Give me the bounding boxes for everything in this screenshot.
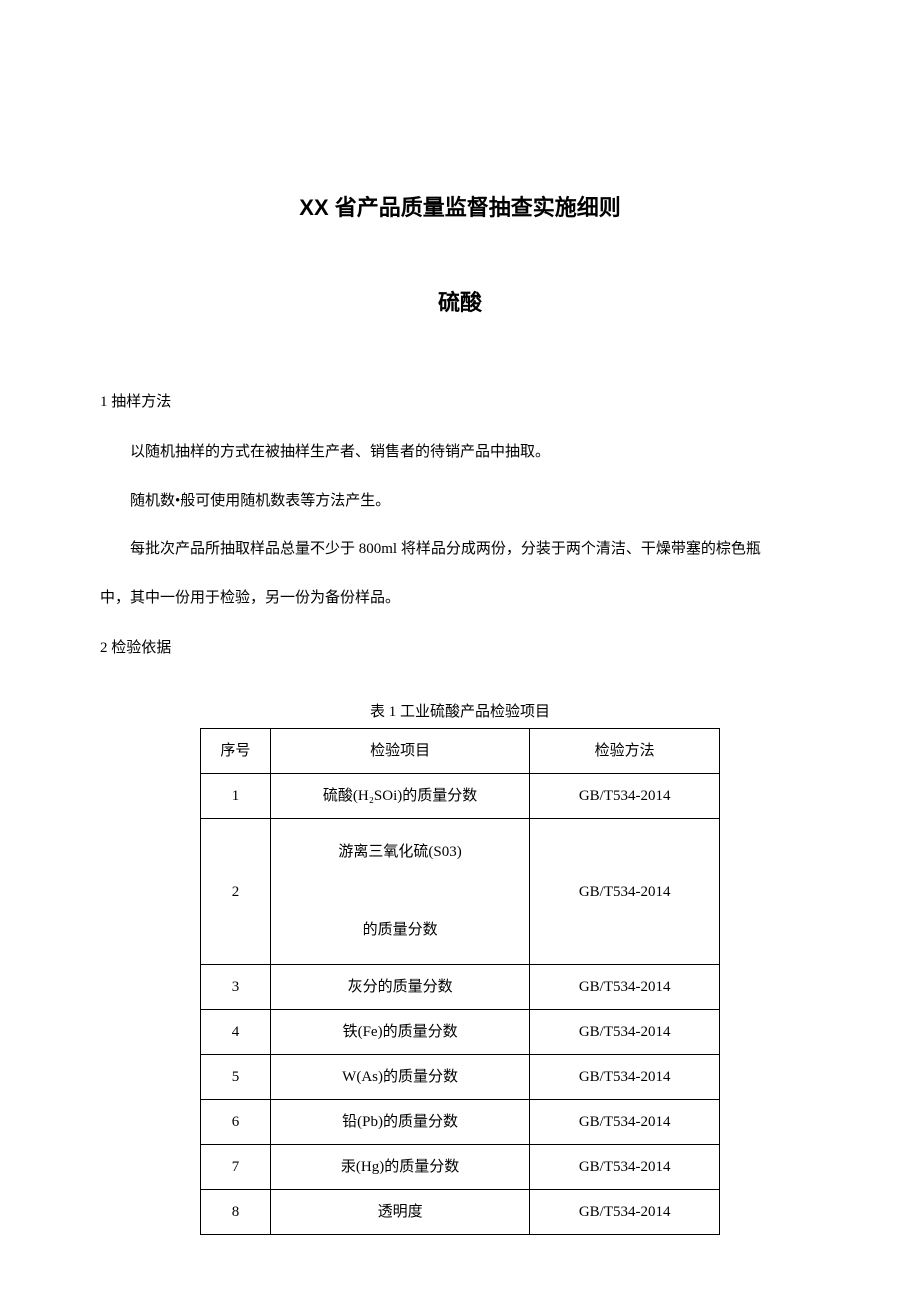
section-1-heading: 1 抽样方法 [100, 390, 820, 414]
header-method: 检验方法 [530, 729, 720, 774]
cell-method: GB/T534-2014 [530, 965, 720, 1010]
cell-index: 2 [201, 819, 271, 965]
cell-index: 7 [201, 1145, 271, 1190]
cell-index: 1 [201, 774, 271, 819]
cell-method: GB/T534-2014 [530, 1010, 720, 1055]
cell-method: GB/T534-2014 [530, 1145, 720, 1190]
table-row: 6 铅(Pb)的质量分数 GB/T534-2014 [201, 1100, 720, 1145]
table-row: 4 铁(Fe)的质量分数 GB/T534-2014 [201, 1010, 720, 1055]
cell-method: GB/T534-2014 [530, 774, 720, 819]
cell-item: 铅(Pb)的质量分数 [270, 1100, 529, 1145]
table-row: 2 游离三氧化硫(S03) 的质量分数 GB/T534-2014 [201, 819, 720, 965]
section-1-p3b: 中，其中一份用于检验，另一份为备份样品。 [100, 584, 820, 613]
section-1-p2: 随机数•般可使用随机数表等方法产生。 [100, 487, 820, 516]
cell-method: GB/T534-2014 [530, 819, 720, 965]
table-row: 8 透明度 GB/T534-2014 [201, 1190, 720, 1235]
section-1-p1: 以随机抽样的方式在被抽样生产者、销售者的待销产品中抽取。 [100, 438, 820, 467]
inspection-table: 序号 检验项目 检验方法 1 硫酸(H₂SOi)的质量分数 GB/T534-20… [200, 728, 720, 1235]
table-row: 1 硫酸(H₂SOi)的质量分数 GB/T534-2014 [201, 774, 720, 819]
section-1-p3a: 每批次产品所抽取样品总量不少于 800ml 将样品分成两份，分装于两个清洁、干燥… [100, 535, 820, 564]
cell-index: 6 [201, 1100, 271, 1145]
header-index: 序号 [201, 729, 271, 774]
table-1-caption: 表 1 工业硫酸产品检验项目 [100, 700, 820, 724]
cell-method: GB/T534-2014 [530, 1055, 720, 1100]
cell-item: 游离三氧化硫(S03) 的质量分数 [270, 819, 529, 965]
cell-item: 汞(Hg)的质量分数 [270, 1145, 529, 1190]
cell-item: 透明度 [270, 1190, 529, 1235]
cell-item: 灰分的质量分数 [270, 965, 529, 1010]
table-row: 7 汞(Hg)的质量分数 GB/T534-2014 [201, 1145, 720, 1190]
cell-item: 硫酸(H₂SOi)的质量分数 [270, 774, 529, 819]
header-item: 检验项目 [270, 729, 529, 774]
cell-item-line2: 的质量分数 [363, 922, 438, 938]
table-row: 3 灰分的质量分数 GB/T534-2014 [201, 965, 720, 1010]
cell-item-line1: 游离三氧化硫(S03) [338, 844, 461, 860]
cell-item: 铁(Fe)的质量分数 [270, 1010, 529, 1055]
cell-method: GB/T534-2014 [530, 1190, 720, 1235]
table-header-row: 序号 检验项目 检验方法 [201, 729, 720, 774]
cell-index: 5 [201, 1055, 271, 1100]
section-2-heading: 2 检验依据 [100, 636, 820, 660]
document-subtitle: 硫酸 [100, 285, 820, 320]
cell-item: W(As)的质量分数 [270, 1055, 529, 1100]
cell-method: GB/T534-2014 [530, 1100, 720, 1145]
cell-index: 8 [201, 1190, 271, 1235]
cell-index: 3 [201, 965, 271, 1010]
table-row: 5 W(As)的质量分数 GB/T534-2014 [201, 1055, 720, 1100]
cell-index: 4 [201, 1010, 271, 1055]
document-title: XX 省产品质量监督抽查实施细则 [100, 190, 820, 225]
